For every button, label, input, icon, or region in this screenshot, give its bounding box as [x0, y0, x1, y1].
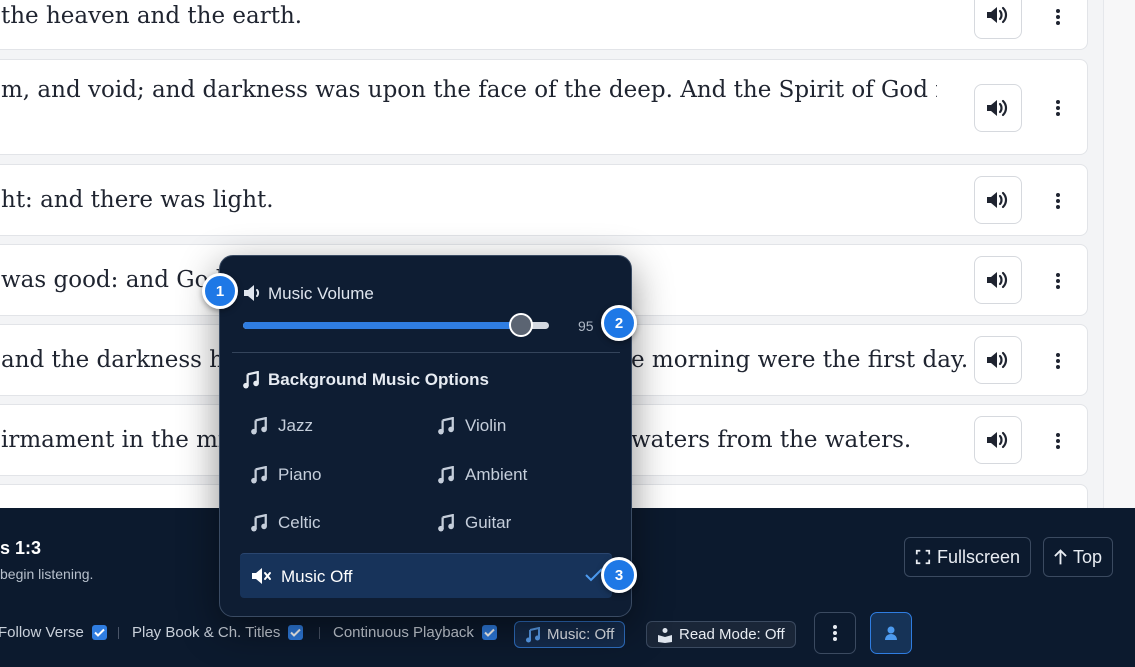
music-popup: Music Volume 95 Background Music Options… [219, 255, 632, 617]
background-music-heading: Background Music Options [242, 370, 489, 390]
more-options-button[interactable] [1046, 189, 1070, 213]
speak-verse-button[interactable] [974, 84, 1022, 132]
speak-verse-button[interactable] [974, 336, 1022, 384]
verse-card: the heaven and the earth. [0, 0, 1088, 50]
music-option-label: Piano [278, 465, 322, 484]
speaker-wave-icon [987, 431, 1008, 449]
speak-verse-button[interactable] [974, 176, 1022, 224]
more-options-button[interactable] [1046, 96, 1070, 120]
speaker-mute-icon [252, 568, 271, 584]
music-pill-button[interactable]: Music: Off [514, 621, 626, 648]
top-button[interactable]: Top [1043, 537, 1113, 577]
listen-hint: begin listening. [0, 566, 94, 582]
music-off-label: Music Off [281, 567, 353, 586]
more-options-button[interactable] [1046, 269, 1070, 293]
speaker-wave-icon [987, 351, 1008, 369]
more-options-button[interactable] [1046, 349, 1070, 373]
background-music-heading-text: Background Music Options [268, 370, 490, 389]
kebab-icon [1056, 353, 1060, 369]
kebab-icon [1056, 433, 1060, 449]
music-option-ambient[interactable]: Ambient [437, 465, 527, 485]
music-option-celtic[interactable]: Celtic [250, 513, 321, 533]
checkbox-checked-icon [481, 625, 497, 640]
volume-slider[interactable] [243, 313, 549, 337]
fullscreen-button[interactable]: Fullscreen [904, 537, 1031, 577]
speaker-icon [244, 285, 260, 301]
music-note-icon [243, 371, 259, 389]
divider [232, 352, 620, 353]
read-mode-pill-button[interactable]: Read Mode: Off [646, 621, 796, 648]
kebab-icon [1056, 100, 1060, 116]
fullscreen-icon [915, 549, 931, 565]
current-reference: s 1:3 [0, 538, 42, 558]
verse-text: m, and void; and darkness was upon the f… [1, 77, 937, 103]
kebab-icon [833, 625, 837, 641]
arrow-up-icon [1054, 549, 1067, 565]
verse-card: ht: and there was light. [0, 164, 1088, 236]
more-options-button[interactable] [1046, 429, 1070, 453]
verse-text-tail: waters from the waters. [631, 427, 912, 453]
music-option-label: Celtic [278, 513, 321, 532]
reader-icon [658, 627, 672, 643]
play-titles-toggle[interactable]: Play Book & Ch. Titles [132, 624, 304, 641]
volume-value: 95 [578, 318, 594, 334]
speaker-wave-icon [987, 271, 1008, 289]
speak-verse-button[interactable] [974, 416, 1022, 464]
verse-card: m, and void; and darkness was upon the f… [0, 59, 1088, 155]
volume-slider-handle[interactable] [509, 313, 533, 337]
follow-verse-label: Follow Verse [0, 624, 84, 641]
music-note-icon [251, 466, 267, 484]
speaker-wave-icon [987, 6, 1008, 24]
speak-verse-button[interactable] [974, 0, 1022, 39]
read-mode-pill-label: Read Mode: Off [679, 626, 785, 643]
verse-text: ht: and there was light. [1, 187, 274, 213]
music-note-icon [251, 514, 267, 532]
music-note-icon [251, 417, 267, 435]
music-note-icon [438, 466, 454, 484]
music-note-icon [438, 514, 454, 532]
step-badge-3: 3 [601, 557, 637, 593]
speaker-wave-icon [987, 191, 1008, 209]
speaker-wave-icon [987, 99, 1008, 117]
follow-verse-toggle[interactable]: Follow Verse [0, 624, 107, 641]
music-note-icon [438, 417, 454, 435]
volume-slider-fill [243, 322, 521, 329]
step-badge-1: 1 [202, 273, 238, 309]
music-option-label: Jazz [278, 416, 313, 435]
continuous-playback-label: Continuous Playback [333, 624, 474, 641]
music-pill-label: Music: Off [547, 626, 615, 643]
checkbox-checked-icon [288, 625, 304, 640]
music-option-jazz[interactable]: Jazz [250, 416, 313, 436]
user-icon [885, 626, 897, 640]
music-note-icon [526, 626, 540, 642]
music-option-label: Guitar [465, 513, 512, 532]
continuous-playback-toggle[interactable]: Continuous Playback [333, 624, 497, 641]
music-option-violin[interactable]: Violin [437, 416, 506, 436]
music-volume-label: Music Volume [268, 284, 374, 303]
fullscreen-label: Fullscreen [936, 546, 1020, 567]
kebab-icon [1056, 273, 1060, 289]
verse-text-tail: e morning were the first day. [631, 347, 969, 373]
step-badge-2: 2 [601, 305, 637, 341]
divider [118, 627, 119, 639]
music-option-guitar[interactable]: Guitar [437, 513, 511, 533]
top-label: Top [1072, 546, 1102, 567]
verse-text: the heaven and the earth. [1, 3, 303, 29]
more-menu-button[interactable] [814, 612, 856, 654]
kebab-icon [1056, 193, 1060, 209]
checkbox-checked-icon [91, 625, 107, 640]
more-options-button[interactable] [1046, 5, 1070, 29]
divider [319, 627, 320, 639]
music-option-piano[interactable]: Piano [250, 465, 321, 485]
kebab-icon [1056, 9, 1060, 25]
music-option-label: Violin [465, 416, 507, 435]
speak-verse-button[interactable] [974, 256, 1022, 304]
music-off-option[interactable]: Music Off [240, 553, 612, 598]
music-option-label: Ambient [465, 465, 528, 484]
play-titles-label: Play Book & Ch. Titles [132, 624, 281, 641]
account-button[interactable] [870, 612, 912, 654]
